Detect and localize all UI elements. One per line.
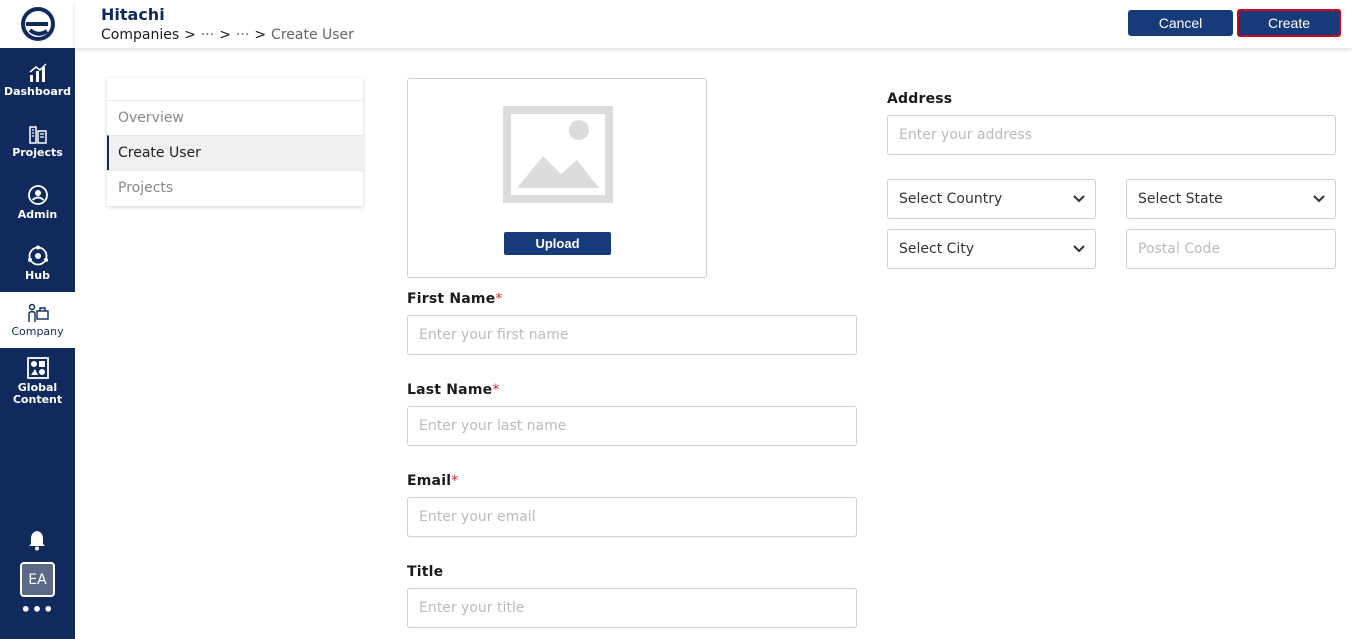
title-label: Title bbox=[407, 564, 444, 580]
image-placeholder-icon bbox=[503, 106, 613, 203]
last-name-placeholder: Enter your last name bbox=[419, 418, 567, 434]
state-select-value: Select State bbox=[1138, 191, 1223, 207]
sidebar-item-label: Global Content bbox=[12, 380, 63, 406]
breadcrumb-separator: > bbox=[184, 27, 196, 43]
header: Hitachi Companies > ··· > ··· > Create U… bbox=[75, 0, 1352, 48]
sidebar-item-admin[interactable]: Admin bbox=[0, 174, 75, 230]
sidebar-item-company[interactable]: Company bbox=[0, 292, 75, 348]
address-placeholder: Enter your address bbox=[899, 127, 1032, 143]
breadcrumb-companies[interactable]: Companies bbox=[101, 27, 179, 43]
sidebar-item-projects[interactable]: Projects bbox=[0, 113, 75, 169]
postal-code-input[interactable]: Postal Code bbox=[1126, 229, 1336, 269]
city-select-value: Select City bbox=[899, 241, 975, 257]
required-marker: * bbox=[451, 473, 459, 489]
breadcrumb: Companies > ··· > ··· > Create User bbox=[101, 27, 354, 43]
last-name-input[interactable]: Enter your last name bbox=[407, 406, 857, 446]
last-name-label-text: Last Name bbox=[407, 382, 493, 398]
address-label: Address bbox=[887, 91, 953, 107]
sidebar-item-label: Admin bbox=[17, 207, 58, 221]
cancel-button[interactable]: Cancel bbox=[1128, 10, 1233, 36]
title-placeholder: Enter your title bbox=[419, 600, 525, 616]
postal-code-placeholder: Postal Code bbox=[1138, 241, 1221, 257]
avatar[interactable]: EA bbox=[20, 562, 55, 597]
projects-icon bbox=[28, 125, 47, 144]
breadcrumb-ellipsis[interactable]: ··· bbox=[201, 27, 214, 43]
country-select[interactable]: Select Country bbox=[887, 179, 1096, 219]
required-marker: * bbox=[492, 382, 500, 398]
app-logo[interactable] bbox=[0, 0, 75, 48]
avatar-initials: EA bbox=[28, 571, 47, 588]
company-icon bbox=[27, 303, 49, 322]
email-placeholder: Enter your email bbox=[419, 509, 536, 525]
first-name-label-text: First Name bbox=[407, 291, 496, 307]
first-name-label: First Name* bbox=[407, 291, 503, 307]
sidebar-item-dashboard[interactable]: Dashboard bbox=[0, 52, 75, 108]
email-label: Email* bbox=[407, 473, 458, 489]
sidebar-item-label: Projects bbox=[12, 145, 63, 159]
dashboard-icon bbox=[29, 62, 47, 82]
chevron-down-icon bbox=[1313, 195, 1325, 203]
title-input[interactable]: Enter your title bbox=[407, 588, 857, 628]
last-name-label: Last Name* bbox=[407, 382, 500, 398]
email-input[interactable]: Enter your email bbox=[407, 497, 857, 537]
first-name-input[interactable]: Enter your first name bbox=[407, 315, 857, 355]
create-button[interactable]: Create bbox=[1237, 9, 1341, 37]
breadcrumb-separator: > bbox=[254, 27, 267, 43]
breadcrumb-separator: > bbox=[219, 27, 231, 43]
required-marker: * bbox=[495, 291, 503, 307]
upload-button[interactable]: Upload bbox=[504, 232, 611, 255]
sidebar: Dashboard Projects Admin Hub Company Glo… bbox=[0, 0, 75, 639]
email-label-text: Email bbox=[407, 473, 452, 489]
breadcrumb-ellipsis[interactable]: ··· bbox=[236, 27, 249, 43]
section-tabs: Overview Create User Projects bbox=[107, 78, 363, 206]
bell-icon[interactable] bbox=[27, 529, 47, 551]
sidebar-item-hub[interactable]: Hub bbox=[0, 235, 75, 291]
state-select[interactable]: Select State bbox=[1126, 179, 1336, 219]
sidebar-item-label: Dashboard bbox=[3, 84, 72, 98]
sidebar-item-label: Hub bbox=[25, 268, 50, 282]
country-select-value: Select Country bbox=[899, 191, 1003, 207]
chevron-down-icon bbox=[1073, 245, 1085, 253]
logo-icon bbox=[20, 7, 55, 41]
city-select[interactable]: Select City bbox=[887, 229, 1096, 269]
admin-icon bbox=[27, 184, 48, 205]
chevron-down-icon bbox=[1073, 195, 1085, 203]
tab-overview[interactable]: Overview bbox=[107, 100, 363, 135]
first-name-placeholder: Enter your first name bbox=[419, 327, 569, 343]
tab-create-user[interactable]: Create User bbox=[107, 135, 363, 170]
page-title: Hitachi bbox=[101, 5, 165, 24]
global-content-icon bbox=[26, 356, 49, 379]
photo-upload-card: Upload bbox=[407, 78, 707, 278]
tab-projects[interactable]: Projects bbox=[107, 170, 363, 205]
sidebar-item-label: Company bbox=[11, 324, 64, 338]
breadcrumb-current: Create User bbox=[271, 27, 354, 43]
hub-icon bbox=[27, 245, 48, 265]
address-input[interactable]: Enter your address bbox=[887, 115, 1336, 155]
sidebar-item-global-content[interactable]: Global Content bbox=[0, 352, 75, 410]
more-icon[interactable]: ••• bbox=[0, 600, 75, 619]
